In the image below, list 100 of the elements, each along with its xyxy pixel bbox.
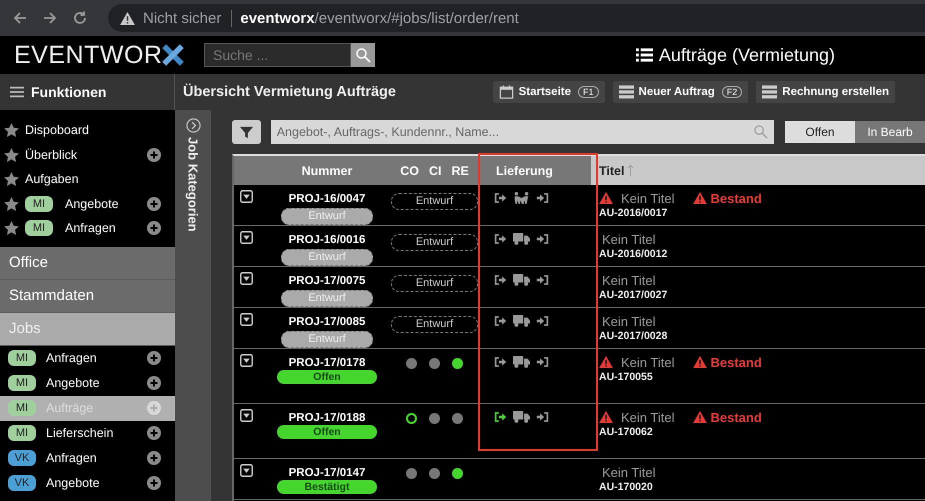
category-badge: MI	[8, 350, 36, 366]
sort-arrow-icon	[627, 164, 634, 177]
item-label: Lieferschein	[46, 426, 114, 440]
filter-button[interactable]	[232, 120, 261, 144]
job-number: PROJ-17/0188	[288, 412, 366, 424]
add-icon[interactable]	[147, 148, 161, 162]
category-panel[interactable]: Job Kategorien	[175, 110, 211, 501]
dropdown-toggle-icon[interactable]	[240, 354, 253, 367]
add-icon[interactable]	[147, 351, 161, 365]
add-icon[interactable]	[147, 451, 161, 465]
job-title: Kein Titel	[602, 464, 656, 480]
draft-pill: Entwurf	[391, 234, 478, 251]
warning-icon	[693, 356, 708, 368]
item-label: Anfragen	[46, 351, 97, 365]
sidebar-item[interactable]: VK Anfragen	[0, 446, 175, 470]
star-icon[interactable]	[4, 221, 19, 236]
order-code: AU-2017/0027	[599, 289, 668, 301]
sidebar-item[interactable]: MI Lieferschein	[0, 420, 175, 446]
star-icon[interactable]	[4, 148, 19, 162]
stock-label: Bestand	[710, 190, 762, 206]
category-badge: VK	[8, 450, 36, 466]
status-pill: Entwurf	[281, 208, 373, 225]
item-label: Angebote	[46, 376, 100, 390]
add-icon[interactable]	[147, 376, 161, 390]
favorite-link[interactable]: Dispoboard	[25, 123, 89, 138]
dropdown-toggle-icon[interactable]	[240, 313, 253, 326]
star-icon[interactable]	[4, 172, 19, 186]
item-label: Anfragen	[46, 451, 97, 465]
sidebar-item[interactable]: MI Angebote	[0, 370, 175, 396]
menu-icon[interactable]	[10, 86, 24, 98]
order-code: AU-2017/0028	[599, 330, 668, 342]
category-badge: MI	[8, 375, 36, 391]
add-icon[interactable]	[147, 476, 161, 490]
category-badge: VK	[8, 475, 36, 491]
dropdown-toggle-icon[interactable]	[240, 231, 253, 244]
order-code: AU-2016/0017	[599, 207, 668, 219]
favorite-link[interactable]: Aufgaben	[25, 172, 79, 186]
add-icon[interactable]	[147, 426, 161, 440]
draft-pill: Entwurf	[391, 193, 478, 210]
dropdown-toggle-icon[interactable]	[240, 464, 253, 477]
category-badge: MI	[8, 400, 36, 416]
sidebar-section[interactable]: Office	[0, 246, 175, 280]
column-header[interactable]: Lieferung	[478, 156, 591, 185]
panel-label: Job Kategorien	[186, 137, 200, 232]
favorite-link[interactable]: Anfragen	[65, 221, 116, 236]
order-code: AU-2016/0012	[599, 248, 668, 260]
url-text: eventworx/eventworx/#jobs/list/order/rent	[240, 10, 519, 26]
sidebar-item[interactable]: MI Anfragen	[0, 346, 175, 370]
star-icon[interactable]	[4, 196, 19, 211]
back-icon[interactable]	[12, 10, 28, 26]
column-header[interactable]: Titel	[591, 156, 925, 185]
status-pill: Offen	[277, 370, 377, 384]
toolbar-button[interactable]: Neuer Auftrag F2	[612, 81, 748, 103]
list-icon	[636, 48, 653, 62]
stack-icon	[618, 85, 634, 99]
search-button[interactable]	[351, 43, 375, 67]
dropdown-toggle-icon[interactable]	[240, 272, 253, 285]
status-pill: Entwurf	[281, 331, 373, 348]
search-field[interactable]: Suche ...	[204, 43, 351, 67]
status-pill: Entwurf	[281, 290, 373, 307]
sidebar-section[interactable]: Stammdaten	[0, 280, 175, 312]
search-field[interactable]: Angebot-, Auftrags-, Kundennr., Name...	[270, 120, 774, 144]
column-header[interactable]: RE	[451, 164, 469, 178]
column-header[interactable]: Nummer	[263, 156, 391, 185]
job-number: PROJ-16/0047	[288, 193, 366, 205]
sidebar-item[interactable]: VK Angebote	[0, 470, 175, 496]
filter-tab[interactable]: In Bearb	[855, 121, 925, 143]
forward-icon[interactable]	[42, 10, 58, 26]
job-title: Kein Titel	[621, 410, 674, 424]
address-bar[interactable]: Nicht sicher eventworx/eventworx/#jobs/list/order/rent	[108, 4, 925, 32]
favorite-link[interactable]: Angebote	[65, 196, 119, 211]
sidebar-title: Funktionen	[31, 84, 106, 100]
category-badge: MI	[25, 220, 53, 236]
dropdown-toggle-icon[interactable]	[240, 190, 253, 203]
reload-icon[interactable]	[72, 10, 88, 26]
add-icon[interactable]	[147, 221, 161, 236]
filter-tab[interactable]: Offen	[785, 121, 855, 143]
toolbar-button[interactable]: Startseite F1	[492, 81, 605, 103]
status-pill: Offen	[277, 425, 377, 439]
dropdown-toggle-icon[interactable]	[240, 409, 253, 422]
column-header[interactable]: CO	[400, 164, 419, 178]
favorite-link[interactable]: Überblick	[25, 148, 78, 162]
sign-in-icon	[536, 233, 549, 245]
page-heading: Aufträge (Vermietung)	[658, 44, 835, 66]
column-header[interactable]: CI	[428, 164, 442, 178]
add-icon[interactable]	[147, 196, 161, 211]
star-icon[interactable]	[4, 123, 19, 138]
job-number: PROJ-16/0016	[288, 234, 366, 246]
chevron-icon[interactable]	[186, 118, 200, 133]
draft-pill: Entwurf	[391, 275, 478, 292]
warning-icon	[120, 12, 135, 24]
job-title: Kein Titel	[602, 232, 656, 246]
job-title: Kein Titel	[602, 272, 656, 288]
stock-label: Bestand	[710, 354, 762, 370]
job-title: Kein Titel	[621, 190, 674, 206]
draft-pill: Entwurf	[391, 316, 478, 333]
logo-text: EVENTWOR	[14, 40, 162, 70]
search-icon	[355, 47, 371, 63]
filter-icon	[240, 126, 253, 138]
toolbar-button[interactable]: Rechnung erstellen	[756, 81, 895, 103]
